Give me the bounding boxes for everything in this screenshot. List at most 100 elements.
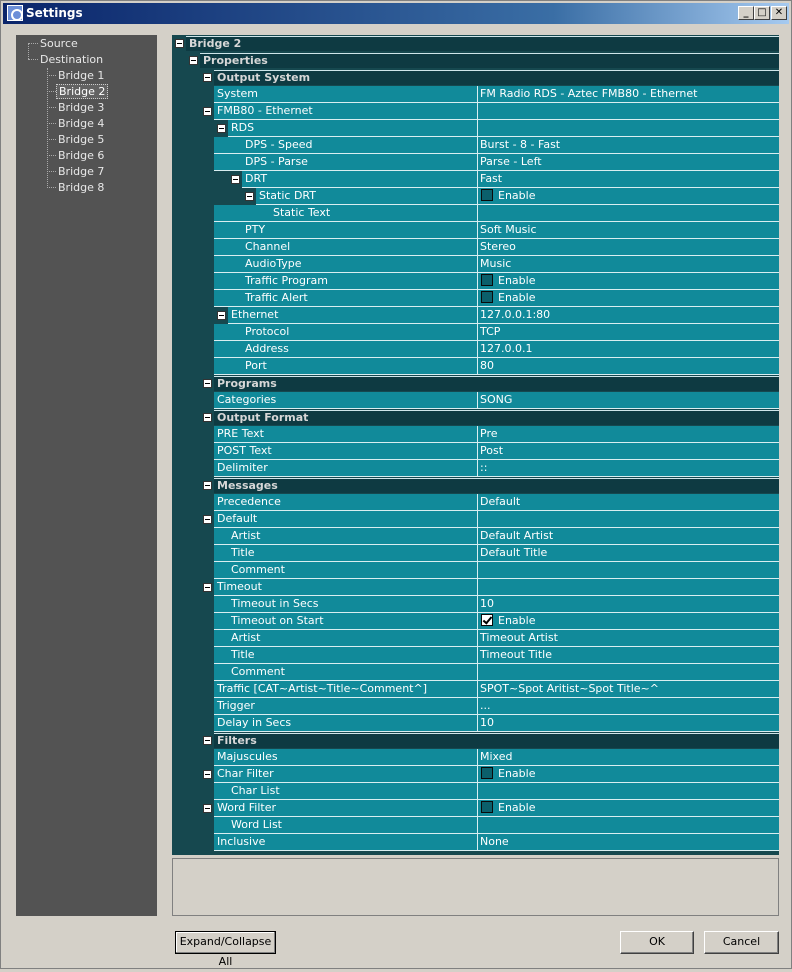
traffic-program-checkbox[interactable]	[481, 274, 493, 286]
property-row-default-comment[interactable]: Comment	[172, 562, 779, 579]
property-row-timeout-secs[interactable]: Timeout in Secs 10	[172, 596, 779, 613]
property-row-system[interactable]: System FM Radio RDS - Aztec FMB80 - Ethe…	[172, 86, 779, 103]
property-row-port[interactable]: Port 80	[172, 358, 779, 375]
property-row-precedence[interactable]: Precedence Default	[172, 494, 779, 511]
property-row-address[interactable]: Address 127.0.0.1	[172, 341, 779, 358]
collapse-icon[interactable]	[203, 413, 212, 422]
property-value[interactable]: Pre	[477, 426, 779, 443]
property-value[interactable]: ::	[477, 460, 779, 477]
property-value[interactable]: 127.0.0.1:80	[477, 307, 779, 324]
collapse-icon[interactable]	[245, 192, 254, 201]
property-value[interactable]	[477, 562, 779, 579]
property-row-traffic-alert[interactable]: Traffic Alert Enable	[172, 290, 779, 307]
collapse-icon[interactable]	[203, 736, 212, 745]
property-row-dps-parse[interactable]: DPS - Parse Parse - Left	[172, 154, 779, 171]
traffic-alert-checkbox[interactable]	[481, 291, 493, 303]
tree-item-bridge-2[interactable]: Bridge 2	[56, 84, 109, 99]
property-row-default[interactable]: Default	[172, 511, 779, 528]
property-row-channel[interactable]: Channel Stereo	[172, 239, 779, 256]
timeout-start-checkbox[interactable]	[481, 614, 493, 626]
collapse-icon[interactable]	[203, 107, 212, 116]
property-value[interactable]: Burst - 8 - Fast	[477, 137, 779, 154]
property-value[interactable]: Soft Music	[477, 222, 779, 239]
collapse-icon[interactable]	[203, 481, 212, 490]
property-value[interactable]: Enable	[477, 290, 779, 307]
tree-item-source[interactable]: Source	[38, 36, 80, 51]
expand-collapse-all-button[interactable]: Expand/Collapse All	[175, 931, 276, 968]
property-row-drt[interactable]: DRT Fast	[172, 171, 779, 188]
property-row-delay[interactable]: Delay in Secs 10	[172, 715, 779, 732]
property-value[interactable]: Stereo	[477, 239, 779, 256]
property-value[interactable]: 10	[477, 596, 779, 613]
static-drt-checkbox[interactable]	[481, 189, 493, 201]
property-value[interactable]: None	[477, 834, 779, 851]
property-value[interactable]: Fast	[477, 171, 779, 188]
property-row-timeout-title[interactable]: Title Timeout Title	[172, 647, 779, 664]
property-row-char-list[interactable]: Char List	[172, 783, 779, 800]
property-value[interactable]: Timeout Title	[477, 647, 779, 664]
tree-item-bridge-7[interactable]: Bridge 7	[56, 164, 106, 179]
property-value[interactable]: Music	[477, 256, 779, 273]
property-value[interactable]	[477, 579, 779, 596]
char-filter-checkbox[interactable]	[481, 767, 493, 779]
collapse-icon[interactable]	[231, 175, 240, 184]
property-value[interactable]: Enable	[477, 766, 779, 783]
property-value[interactable]: TCP	[477, 324, 779, 341]
property-row-majuscules[interactable]: Majuscules Mixed	[172, 749, 779, 766]
property-value[interactable]	[477, 511, 779, 528]
property-row-word-filter[interactable]: Word Filter Enable	[172, 800, 779, 817]
tree-item-bridge-6[interactable]: Bridge 6	[56, 148, 106, 163]
property-row-post-text[interactable]: POST Text Post	[172, 443, 779, 460]
close-button[interactable]: ✕	[771, 6, 787, 20]
property-value[interactable]: 127.0.0.1	[477, 341, 779, 358]
word-filter-checkbox[interactable]	[481, 801, 493, 813]
collapse-icon[interactable]	[189, 56, 198, 65]
property-value[interactable]	[477, 664, 779, 681]
property-row-traffic[interactable]: Traffic [CAT~Artist~Title~Comment^] SPOT…	[172, 681, 779, 698]
property-row-default-artist[interactable]: Artist Default Artist	[172, 528, 779, 545]
tree-item-bridge-4[interactable]: Bridge 4	[56, 116, 106, 131]
property-row-dps-speed[interactable]: DPS - Speed Burst - 8 - Fast	[172, 137, 779, 154]
property-value[interactable]: Mixed	[477, 749, 779, 766]
collapse-icon[interactable]	[203, 770, 212, 779]
tree-item-bridge-8[interactable]: Bridge 8	[56, 180, 106, 195]
collapse-icon[interactable]	[203, 73, 212, 82]
property-value[interactable]	[477, 103, 779, 120]
property-row-rds[interactable]: RDS	[172, 120, 779, 137]
property-value[interactable]: Enable	[477, 273, 779, 290]
property-value[interactable]: Post	[477, 443, 779, 460]
property-value[interactable]	[477, 817, 779, 834]
property-row-static-drt[interactable]: Static DRT Enable	[172, 188, 779, 205]
property-row-inclusive[interactable]: Inclusive None	[172, 834, 779, 851]
tree-item-destination[interactable]: Destination	[38, 52, 105, 67]
collapse-icon[interactable]	[217, 124, 226, 133]
property-value[interactable]: Enable	[477, 188, 779, 205]
property-value[interactable]: FM Radio RDS - Aztec FMB80 - Ethernet	[477, 86, 779, 103]
property-row-static-text[interactable]: Static Text	[172, 205, 779, 222]
property-row-traffic-program[interactable]: Traffic Program Enable	[172, 273, 779, 290]
tree-item-bridge-1[interactable]: Bridge 1	[56, 68, 106, 83]
property-row-word-list[interactable]: Word List	[172, 817, 779, 834]
property-value[interactable]: 10	[477, 715, 779, 732]
property-value[interactable]	[477, 205, 779, 222]
collapse-icon[interactable]	[175, 39, 184, 48]
property-row-protocol[interactable]: Protocol TCP	[172, 324, 779, 341]
collapse-icon[interactable]	[217, 311, 226, 320]
property-row-delimiter[interactable]: Delimiter ::	[172, 460, 779, 477]
property-value[interactable]: Default Artist	[477, 528, 779, 545]
property-row-char-filter[interactable]: Char Filter Enable	[172, 766, 779, 783]
property-row-pre-text[interactable]: PRE Text Pre	[172, 426, 779, 443]
property-value[interactable]: Timeout Artist	[477, 630, 779, 647]
property-value[interactable]: Parse - Left	[477, 154, 779, 171]
property-value[interactable]: 80	[477, 358, 779, 375]
cancel-button[interactable]: Cancel	[704, 931, 779, 954]
collapse-icon[interactable]	[203, 804, 212, 813]
property-value[interactable]: Enable	[477, 800, 779, 817]
property-value[interactable]: Default	[477, 494, 779, 511]
property-value[interactable]	[477, 120, 779, 137]
collapse-icon[interactable]	[203, 583, 212, 592]
property-row-timeout-start[interactable]: Timeout on Start Enable	[172, 613, 779, 630]
property-value[interactable]: Enable	[477, 613, 779, 630]
property-row-categories[interactable]: Categories SONG	[172, 392, 779, 409]
collapse-icon[interactable]	[203, 515, 212, 524]
